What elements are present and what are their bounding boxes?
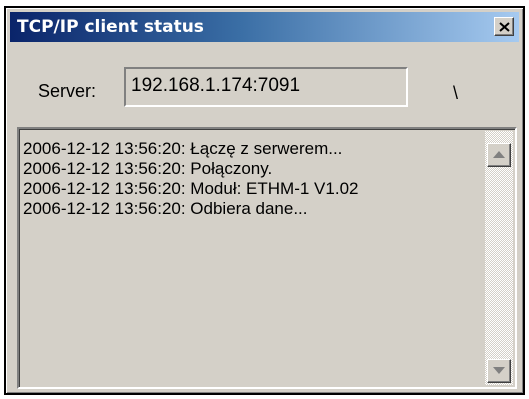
tcpip-status-window: TCP/IP client status Server: 192.168.1.1… [4, 6, 525, 395]
title-bar[interactable]: TCP/IP client status [10, 12, 519, 42]
scroll-up-button[interactable] [487, 143, 511, 167]
window-title: TCP/IP client status [17, 17, 204, 37]
log-line: 2006-12-12 13:56:20: Łączę z serwerem... [23, 139, 343, 158]
close-icon [499, 22, 510, 32]
activity-spinner: \ [453, 83, 459, 103]
log-scrollbar[interactable] [485, 131, 513, 385]
arrow-down-icon [493, 367, 505, 374]
log-line: 2006-12-12 13:56:20: Moduł: ETHM-1 V1.02 [23, 179, 359, 198]
close-button[interactable] [494, 17, 514, 36]
log-line: 2006-12-12 13:56:20: Odbiera dane... [23, 199, 308, 218]
server-label: Server: [38, 81, 97, 101]
scroll-down-button[interactable] [487, 359, 511, 383]
log-line: 2006-12-12 13:56:20: Połączony. [23, 159, 273, 178]
log-lines: 2006-12-12 13:56:20: Łączę z serwerem...… [23, 139, 483, 219]
server-address-field: 192.168.1.174:7091 [124, 67, 408, 107]
server-address-value: 192.168.1.174:7091 [131, 75, 301, 96]
status-log[interactable]: 2006-12-12 13:56:20: Łączę z serwerem...… [17, 127, 517, 389]
arrow-up-icon [493, 151, 505, 158]
